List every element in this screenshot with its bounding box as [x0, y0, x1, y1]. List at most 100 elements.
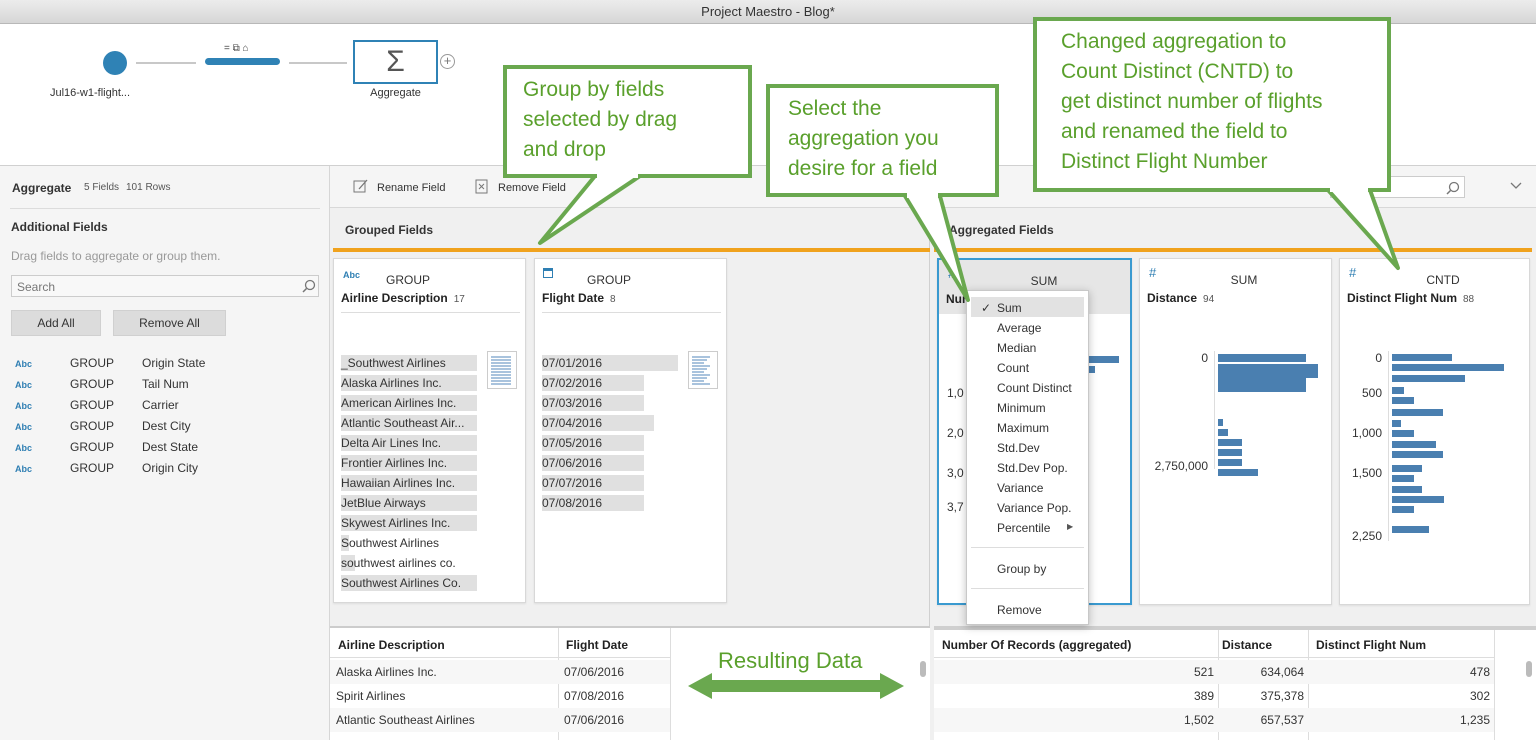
field-role[interactable]: GROUP — [70, 419, 114, 433]
value-label[interactable]: _Southwest Airlines — [341, 356, 446, 370]
menu-item-count[interactable]: Count — [997, 361, 1029, 375]
field-title[interactable]: Airline Description 17 — [341, 291, 465, 305]
field-name[interactable]: Dest City — [142, 419, 191, 433]
histogram-bar[interactable] — [1392, 430, 1414, 437]
search-icon[interactable] — [302, 279, 316, 293]
scrollbar[interactable] — [920, 661, 926, 677]
menu-item-median[interactable]: Median — [997, 341, 1036, 355]
grouped-field-card[interactable]: GROUP Flight Date 8 07/01/2016 07/02/2016 07/… — [534, 258, 727, 603]
field-name[interactable]: Tail Num — [142, 377, 189, 391]
table-cell[interactable]: 07/08/2016 — [564, 689, 624, 703]
aggregated-field-card[interactable]: # SUM Distance 94 0 2,750,000 — [1139, 258, 1332, 605]
histogram-bar[interactable] — [1392, 409, 1443, 416]
value-label[interactable]: Southwest Airlines — [341, 536, 439, 550]
histogram-bar[interactable] — [1392, 506, 1414, 513]
aggregate-node[interactable]: Σ — [353, 40, 438, 84]
aggregation-label[interactable]: GROUP — [334, 273, 482, 287]
menu-item-remove[interactable]: Remove — [997, 603, 1042, 617]
histogram-bar[interactable] — [1218, 354, 1306, 362]
histogram-bar[interactable] — [1218, 419, 1223, 426]
field-name[interactable]: Origin State — [142, 356, 205, 370]
menu-item-count-distinct[interactable]: Count Distinct — [997, 381, 1072, 395]
histogram-bar[interactable] — [1392, 354, 1452, 361]
histogram-bar[interactable] — [1392, 496, 1444, 503]
value-label[interactable]: JetBlue Airways — [341, 496, 426, 510]
histogram-bar[interactable] — [1392, 465, 1422, 472]
menu-item-minimum[interactable]: Minimum — [997, 401, 1046, 415]
input-node[interactable] — [103, 51, 127, 75]
histogram-bar[interactable] — [1392, 420, 1401, 427]
table-cell[interactable]: 07/06/2016 — [564, 665, 624, 679]
table-cell[interactable]: 521 — [1134, 665, 1214, 679]
field-title[interactable]: Flight Date 8 — [542, 291, 616, 305]
histogram-bar[interactable] — [1218, 439, 1242, 446]
value-label[interactable]: 07/04/2016 — [542, 416, 602, 430]
value-label[interactable]: Southwest Airlines Co. — [341, 576, 461, 590]
menu-item-average[interactable]: Average — [997, 321, 1041, 335]
search-icon[interactable] — [1446, 181, 1460, 195]
histogram-bar[interactable] — [1089, 366, 1095, 373]
value-label[interactable]: Atlantic Southeast Air... — [341, 416, 464, 430]
value-label[interactable]: 07/03/2016 — [542, 396, 602, 410]
menu-item-maximum[interactable]: Maximum — [997, 421, 1049, 435]
field-title[interactable]: Distinct Flight Num 88 — [1347, 291, 1474, 305]
field-role[interactable]: GROUP — [70, 440, 114, 454]
table-cell[interactable]: 375,378 — [1224, 689, 1304, 703]
histogram-bar[interactable] — [1218, 449, 1242, 456]
field-role[interactable]: GROUP — [70, 356, 114, 370]
rename-field-button[interactable]: Rename Field — [377, 182, 445, 194]
aggregation-dropdown[interactable]: CNTD — [1340, 273, 1486, 287]
value-label[interactable]: Skywest Airlines Inc. — [341, 516, 450, 530]
value-label[interactable]: 07/07/2016 — [542, 476, 602, 490]
value-label[interactable]: southwest airlines co. — [341, 556, 456, 570]
histogram-bar[interactable] — [1218, 459, 1242, 466]
histogram-bar[interactable] — [1392, 441, 1436, 448]
menu-item-sum[interactable]: Sum — [997, 301, 1022, 315]
value-label[interactable]: Alaska Airlines Inc. — [341, 376, 442, 390]
table-cell[interactable]: 478 — [1410, 665, 1490, 679]
menu-item-percentile[interactable]: Percentile — [997, 521, 1050, 535]
histogram-bar[interactable] — [1392, 526, 1429, 533]
menu-item-variance-pop[interactable]: Variance Pop. — [997, 501, 1072, 515]
table-cell[interactable]: 657,537 — [1224, 713, 1304, 727]
histogram-bar[interactable] — [1218, 469, 1258, 476]
field-role[interactable]: GROUP — [70, 461, 114, 475]
value-label[interactable]: Frontier Airlines Inc. — [341, 456, 447, 470]
remove-field-button[interactable]: Remove Field — [498, 182, 566, 194]
table-cell[interactable]: 1,502 — [1134, 713, 1214, 727]
histogram-bar[interactable] — [1392, 387, 1404, 394]
table-cell[interactable]: 302 — [1410, 689, 1490, 703]
value-label[interactable]: 07/06/2016 — [542, 456, 602, 470]
remove-all-button[interactable]: Remove All — [113, 310, 226, 336]
field-search-input[interactable]: Search — [11, 275, 319, 297]
table-cell[interactable]: 634,064 — [1224, 665, 1304, 679]
table-cell[interactable]: Spirit Airlines — [336, 689, 405, 703]
column-header[interactable]: Number Of Records (aggregated) — [942, 638, 1131, 652]
histogram-bar[interactable] — [1218, 384, 1306, 392]
table-cell[interactable]: Atlantic Southeast Airlines — [336, 713, 475, 727]
aggregation-dropdown[interactable]: SUM — [1140, 273, 1288, 287]
scroll-minimap[interactable] — [487, 351, 517, 389]
histogram-bar[interactable] — [1218, 374, 1306, 384]
menu-item-variance[interactable]: Variance — [997, 481, 1043, 495]
scrollbar[interactable] — [1526, 661, 1532, 677]
field-title[interactable]: Distance 94 — [1147, 291, 1214, 305]
column-header[interactable]: Airline Description — [338, 638, 445, 652]
histogram-bar[interactable] — [1089, 356, 1119, 363]
histogram-bar[interactable] — [1392, 475, 1414, 482]
chevron-down-icon[interactable] — [1510, 182, 1522, 190]
aggregated-field-card[interactable]: # CNTD Distinct Flight Num 88 0 500 1,000 1,500… — [1339, 258, 1530, 605]
value-label[interactable]: Delta Air Lines Inc. — [341, 436, 441, 450]
value-label[interactable]: 07/08/2016 — [542, 496, 602, 510]
value-label[interactable]: 07/05/2016 — [542, 436, 602, 450]
histogram-bar[interactable] — [1218, 429, 1228, 436]
menu-item-std-dev[interactable]: Std.Dev — [997, 441, 1040, 455]
add-all-button[interactable]: Add All — [11, 310, 101, 336]
value-label[interactable]: 07/01/2016 — [542, 356, 602, 370]
field-role[interactable]: GROUP — [70, 377, 114, 391]
value-label[interactable]: American Airlines Inc. — [341, 396, 456, 410]
field-name[interactable]: Origin City — [142, 461, 198, 475]
histogram-bar[interactable] — [1392, 375, 1465, 382]
table-cell[interactable]: 1,235 — [1410, 713, 1490, 727]
table-cell[interactable]: 07/06/2016 — [564, 713, 624, 727]
